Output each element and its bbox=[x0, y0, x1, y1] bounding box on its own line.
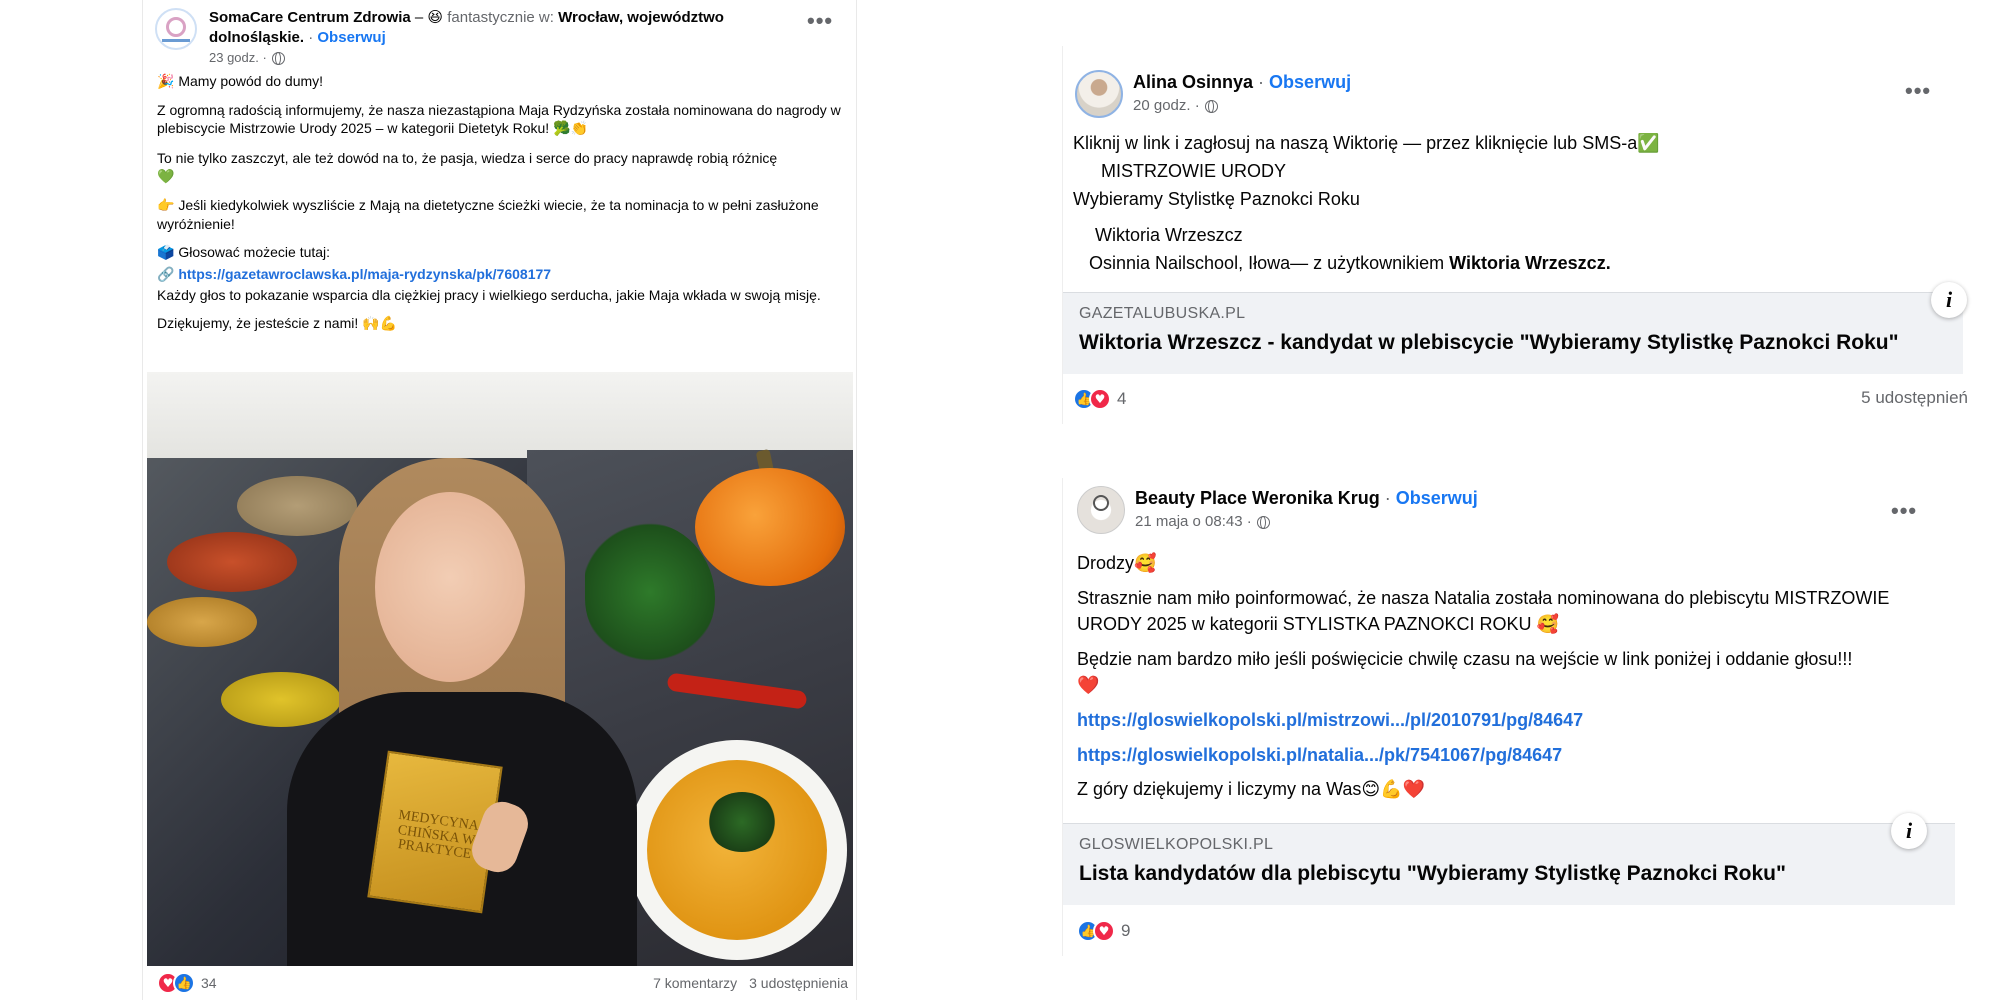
reactions-summary[interactable]: ♥ 👍 34 bbox=[157, 972, 217, 994]
more-options-icon[interactable]: ••• bbox=[1905, 78, 1931, 104]
engagement-counts: 7 komentarzy 3 udostępnienia bbox=[653, 975, 848, 991]
globe-icon bbox=[1256, 515, 1270, 529]
follow-button[interactable]: Obserwuj bbox=[317, 29, 385, 46]
shares-count[interactable]: 5 udostępnień bbox=[1861, 388, 1968, 408]
author-name[interactable]: Alina Osinnya bbox=[1133, 72, 1253, 92]
more-options-icon[interactable]: ••• bbox=[1891, 498, 1917, 524]
reactions-summary[interactable]: 👍 ♥ 9 bbox=[1077, 920, 1130, 942]
link-preview-card[interactable]: GLOSWIELKOPOLSKI.PL Lista kandydatów dla… bbox=[1063, 823, 1955, 905]
post-header: Beauty Place Weronika Krug · Obserwuj 21… bbox=[1077, 486, 1478, 534]
post-time[interactable]: 23 godz. · bbox=[209, 50, 267, 67]
like-reaction-icon: 👍 bbox=[173, 972, 195, 994]
post-header: SomaCare Centrum Zdrowia – 😆 fantastyczn… bbox=[155, 8, 845, 67]
love-reaction-icon: ♥ bbox=[1089, 388, 1111, 410]
reaction-count: 4 bbox=[1117, 389, 1127, 408]
globe-icon bbox=[1204, 99, 1218, 113]
link-preview-card[interactable]: GAZETALUBUSKA.PL Wiktoria Wrzeszcz - kan… bbox=[1063, 292, 1963, 374]
follow-button[interactable]: Obserwuj bbox=[1396, 488, 1478, 508]
book-title: MEDYCYNA CHIŃSKA W PRAKTYCE bbox=[396, 807, 480, 863]
author-avatar[interactable] bbox=[1077, 486, 1125, 534]
feeling-emoji: 😆 bbox=[427, 8, 444, 26]
love-reaction-icon: ♥ bbox=[1093, 920, 1115, 942]
post-somacare: SomaCare Centrum Zdrowia – 😆 fantastyczn… bbox=[142, 0, 857, 1000]
comments-count[interactable]: 7 komentarzy bbox=[653, 975, 737, 991]
card-title: Lista kandydatów dla plebiscytu "Wybiera… bbox=[1079, 862, 1786, 885]
tagged-user[interactable]: Wiktoria Wrzeszcz. bbox=[1449, 253, 1611, 273]
post-photo[interactable]: MEDYCYNA CHIŃSKA W PRAKTYCE bbox=[147, 372, 853, 966]
link-icon: 🔗 bbox=[157, 266, 175, 283]
post-time[interactable]: 21 maja o 08:43 · bbox=[1135, 512, 1252, 532]
post-time[interactable]: 20 godz. · bbox=[1133, 96, 1200, 116]
author-name[interactable]: Beauty Place Weronika Krug bbox=[1135, 488, 1380, 508]
reaction-count: 9 bbox=[1121, 921, 1131, 940]
author-name[interactable]: SomaCare Centrum Zdrowia bbox=[209, 9, 411, 26]
card-domain: GLOSWIELKOPOLSKI.PL bbox=[1079, 836, 1274, 853]
reaction-count: 34 bbox=[201, 975, 217, 991]
post-header: Alina Osinnya · Obserwuj 20 godz. · bbox=[1075, 70, 1351, 118]
vote-link-2[interactable]: https://gloswielkopolski.pl/natalia.../p… bbox=[1077, 745, 1562, 765]
globe-icon bbox=[271, 51, 285, 65]
vote-link-1[interactable]: https://gloswielkopolski.pl/mistrzowi...… bbox=[1077, 710, 1583, 730]
post-alina: Alina Osinnya · Obserwuj 20 godz. · ••• … bbox=[1062, 46, 1968, 424]
more-options-icon[interactable]: ••• bbox=[807, 8, 833, 34]
post-body: 🎉 Mamy powód do dumy! Z ogromną radością… bbox=[157, 73, 841, 332]
follow-button[interactable]: Obserwuj bbox=[1269, 72, 1351, 92]
vote-link[interactable]: https://gazetawroclawska.pl/maja-rydzyns… bbox=[174, 266, 551, 282]
reactions-summary[interactable]: 👍 ♥ 4 bbox=[1073, 388, 1126, 410]
post-beauty-place: Beauty Place Weronika Krug · Obserwuj 21… bbox=[1062, 478, 1962, 956]
somacare-logo-icon bbox=[166, 17, 186, 37]
person-face bbox=[375, 492, 525, 682]
info-icon[interactable]: i bbox=[1891, 813, 1927, 849]
post-body: Drodzy🥰 Strasznie nam miło poinformować,… bbox=[1077, 553, 1890, 800]
card-domain: GAZETALUBUSKA.PL bbox=[1079, 305, 1246, 322]
info-icon[interactable]: i bbox=[1931, 282, 1967, 318]
author-avatar[interactable] bbox=[1075, 70, 1123, 118]
author-avatar[interactable] bbox=[155, 8, 197, 50]
post-body: Kliknij w link i zagłosuj na naszą Wikto… bbox=[1073, 133, 1660, 273]
shares-count[interactable]: 3 udostępnienia bbox=[749, 975, 848, 991]
card-title: Wiktoria Wrzeszcz - kandydat w plebiscyc… bbox=[1079, 331, 1899, 354]
beauty-place-logo-icon bbox=[1093, 495, 1109, 511]
